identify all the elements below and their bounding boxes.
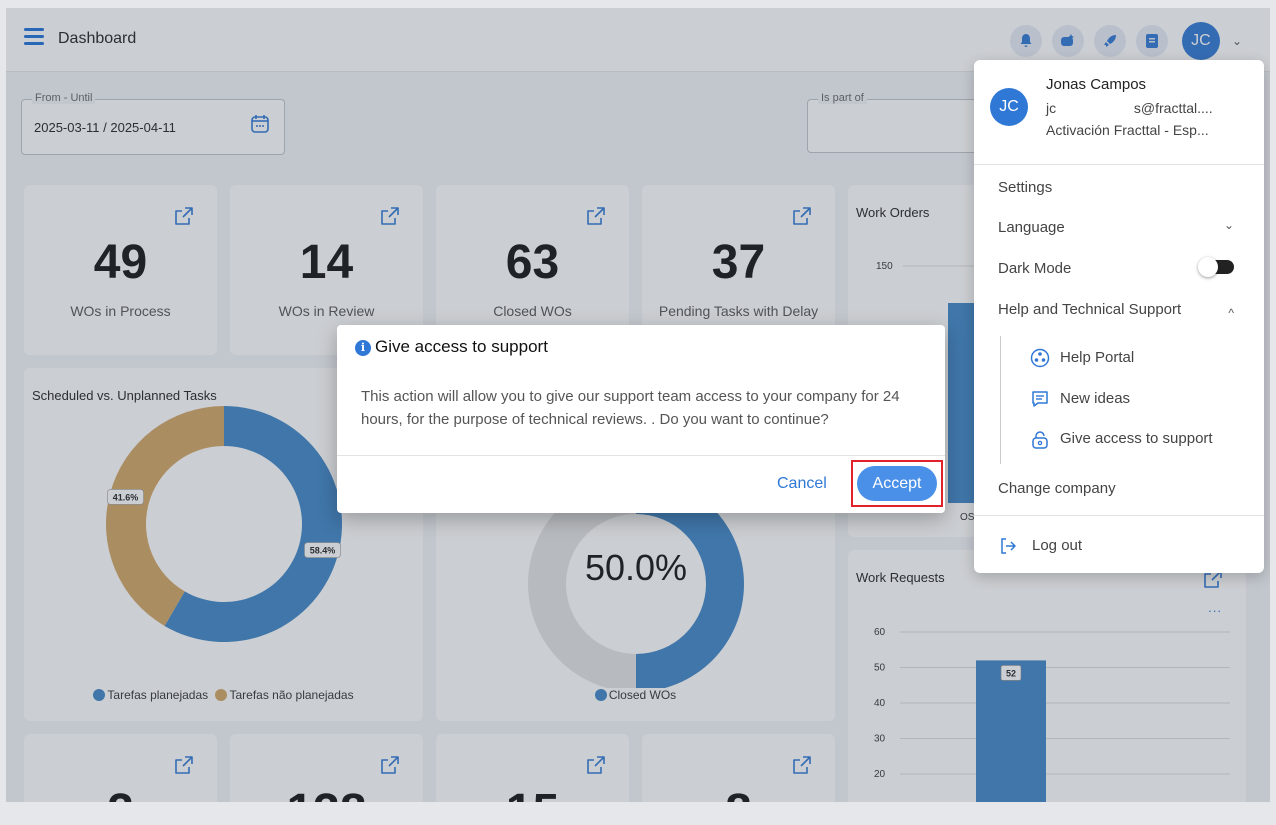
logout-icon xyxy=(1001,538,1016,554)
user-company: Activación Fracttal - Esp... xyxy=(1046,122,1209,138)
log-out-item[interactable]: Log out xyxy=(1032,537,1082,554)
info-icon: i xyxy=(355,340,371,356)
user-email: jc s@fracttal.... xyxy=(1046,100,1213,116)
change-company-item[interactable]: Change company xyxy=(998,480,1116,497)
avatar: JC xyxy=(990,88,1028,126)
divider xyxy=(974,164,1264,165)
dark-mode-item[interactable]: Dark Mode xyxy=(998,260,1071,277)
divider xyxy=(974,515,1264,516)
submenu-line xyxy=(1000,336,1001,464)
language-item[interactable]: Language xyxy=(998,219,1065,236)
lock-icon xyxy=(1032,431,1048,449)
user-email-start: jc xyxy=(1046,100,1057,116)
help-portal-item[interactable]: Help Portal xyxy=(1060,349,1134,366)
divider xyxy=(337,455,945,456)
help-portal-icon xyxy=(1030,348,1050,368)
user-name: Jonas Campos xyxy=(1046,76,1147,93)
new-ideas-icon xyxy=(1032,391,1048,407)
dark-mode-toggle[interactable] xyxy=(1198,257,1234,277)
user-menu: JC Jonas Campos jc s@fracttal.... Activa… xyxy=(974,60,1264,573)
app-frame: Dashboard JC ⌄ From - Until 2025-03-11 /… xyxy=(6,8,1270,802)
dialog-title: Give access to support xyxy=(375,337,548,356)
chevron-up-icon[interactable]: ^ xyxy=(1228,306,1234,320)
settings-item[interactable]: Settings xyxy=(998,179,1052,196)
give-access-item[interactable]: Give access to support xyxy=(1060,430,1213,447)
cancel-button[interactable]: Cancel xyxy=(777,475,827,493)
help-support-item[interactable]: Help and Technical Support xyxy=(998,301,1181,318)
chevron-down-icon[interactable]: ⌄ xyxy=(1224,218,1234,232)
new-ideas-item[interactable]: New ideas xyxy=(1060,390,1130,407)
toggle-knob xyxy=(1198,257,1218,277)
dialog-message: This action will allow you to give our s… xyxy=(361,388,900,428)
accept-button[interactable]: Accept xyxy=(857,466,937,501)
give-access-dialog: i Give access to support This action wil… xyxy=(337,325,945,513)
user-email-end: s@fracttal.... xyxy=(1133,100,1213,116)
